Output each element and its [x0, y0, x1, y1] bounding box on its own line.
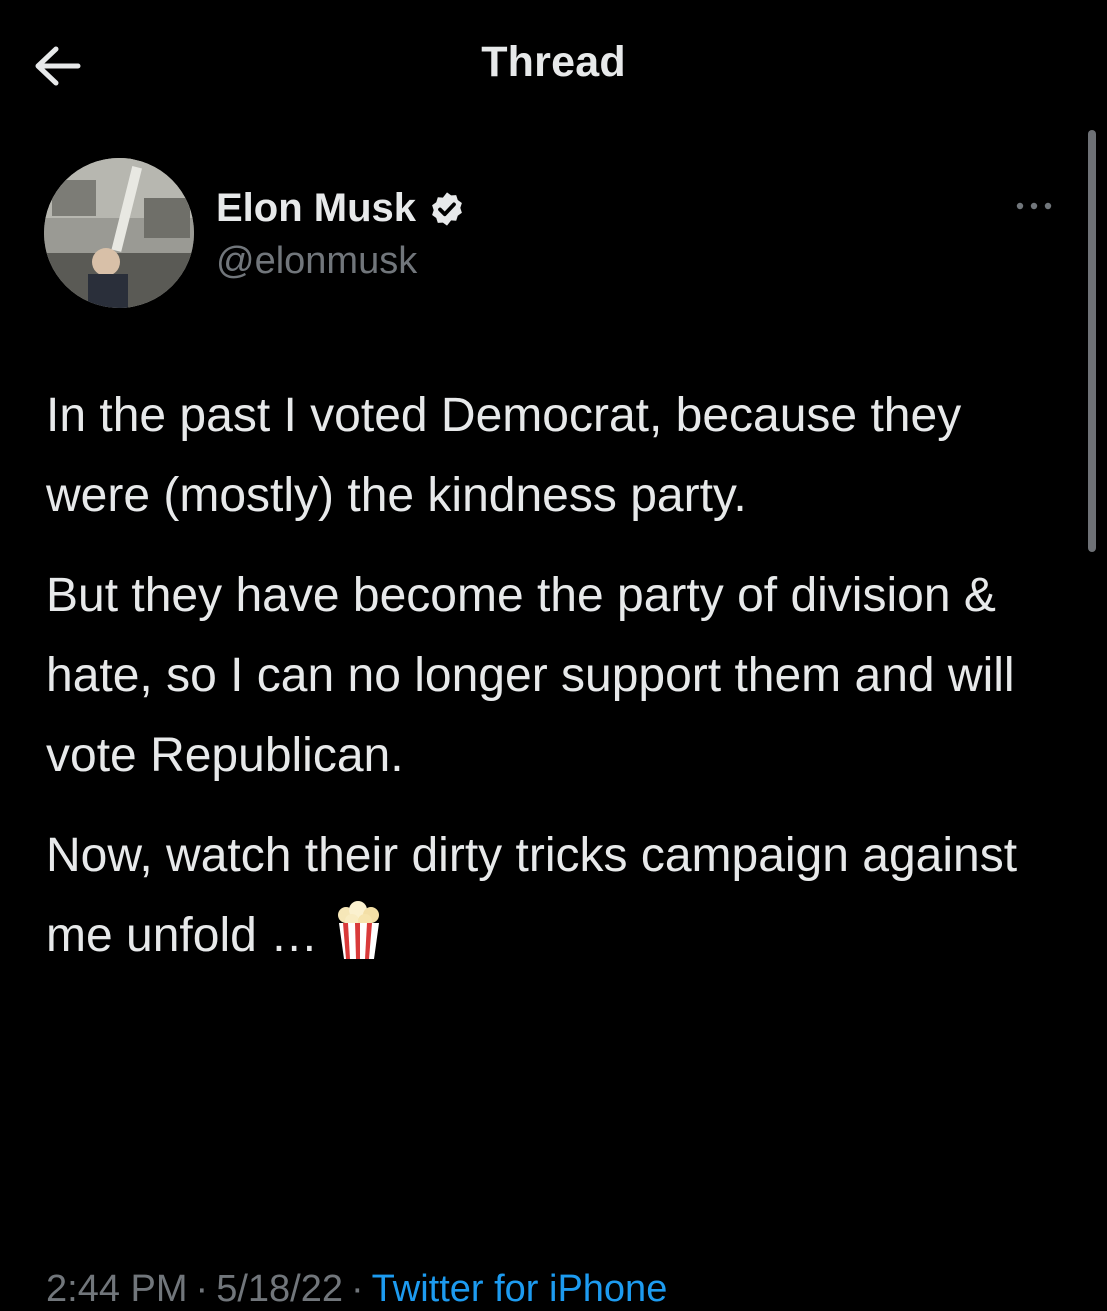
- tweet-paragraph-last: Now, watch their dirty tricks campaign a…: [46, 816, 1066, 976]
- meta-separator: ·: [195, 1268, 209, 1310]
- tweet-date: 5/18/22: [216, 1268, 343, 1310]
- verified-badge-icon: [432, 191, 462, 226]
- author-name[interactable]: Elon Musk: [216, 186, 416, 231]
- tweet-paragraph: But they have become the party of divisi…: [46, 569, 1015, 782]
- tweet-time: 2:44 PM: [46, 1268, 188, 1310]
- tweet-text: In the past I voted Democrat, because th…: [46, 376, 1066, 996]
- more-dots-icon: [1016, 202, 1052, 210]
- header-bar: Thread: [0, 0, 1107, 130]
- tweet-paragraph-text: Now, watch their dirty tricks campaign a…: [46, 829, 1018, 962]
- meta-separator: ·: [350, 1268, 364, 1310]
- avatar[interactable]: [44, 158, 194, 308]
- author-handle[interactable]: @elonmusk: [216, 240, 417, 283]
- author-name-row[interactable]: Elon Musk: [216, 186, 466, 231]
- tweet-paragraph: In the past I voted Democrat, because th…: [46, 389, 962, 522]
- popcorn-icon: [338, 901, 380, 959]
- more-options-button[interactable]: [1010, 194, 1058, 218]
- scrollbar[interactable]: [1088, 130, 1096, 552]
- tweet-source-link[interactable]: Twitter for iPhone: [372, 1268, 668, 1310]
- page-title: Thread: [481, 38, 626, 86]
- tweet-meta: 2:44 PM · 5/18/22 · Twitter for iPhone: [46, 1268, 667, 1311]
